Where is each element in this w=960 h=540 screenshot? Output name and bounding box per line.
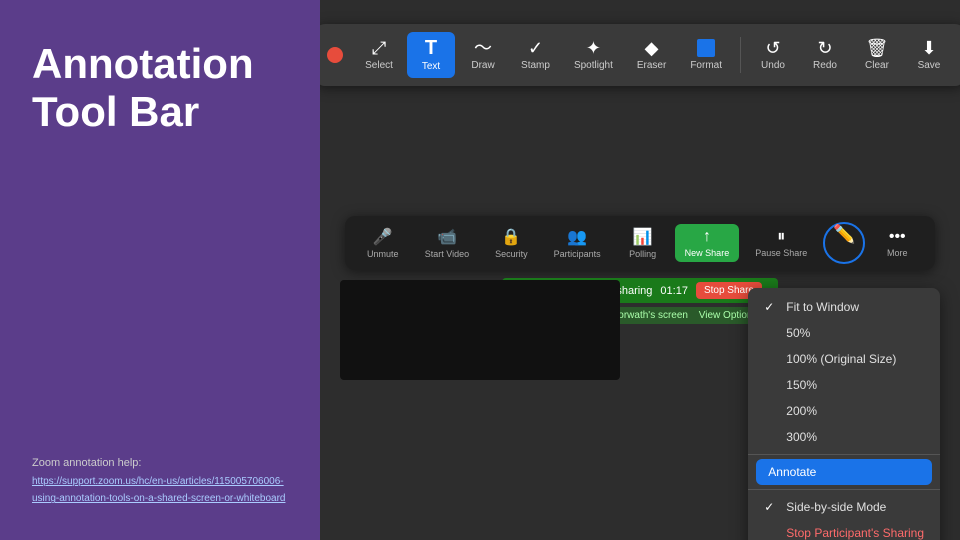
pause-share-label: Pause Share	[755, 248, 807, 258]
polling-icon: 📊	[633, 227, 653, 247]
annotate-button[interactable]: ✏️	[823, 222, 865, 264]
zoom-meeting-bar: 🎤 Unmute 📹 Start Video 🔒 Security 👥 Part…	[345, 216, 936, 270]
stop-participant-label: Stop Participant's Sharing	[786, 526, 924, 540]
participants-label: Participants	[554, 249, 601, 259]
annotation-toolbar: ⤢ Select T Text 〜 Draw ✓ Stamp ✦ Spotlig…	[320, 24, 960, 86]
format-label: Format	[690, 60, 722, 71]
dropdown-divider-2	[748, 489, 940, 490]
redo-icon: ↻	[817, 39, 832, 57]
more-icon: •••	[889, 228, 906, 246]
close-button[interactable]	[327, 47, 343, 63]
side-by-side-item[interactable]: ✓ Side-by-side Mode	[748, 494, 940, 520]
fit-window-item[interactable]: ✓ Fit to Window	[748, 294, 940, 320]
eraser-label: Eraser	[637, 60, 666, 71]
unmute-button[interactable]: 🎤 Unmute	[357, 223, 409, 263]
help-section: Zoom annotation help: https://support.zo…	[32, 455, 288, 508]
toolbar-redo[interactable]: ↻ Redo	[801, 33, 849, 77]
fit-window-check: ✓	[764, 300, 778, 314]
security-label: Security	[495, 249, 528, 259]
share-icon: ↑	[703, 228, 711, 246]
toolbar-undo[interactable]: ↺ Undo	[749, 33, 797, 77]
100pct-label: 100% (Original Size)	[786, 352, 896, 366]
eraser-icon: ◆	[645, 39, 659, 57]
select-label: Select	[365, 60, 393, 71]
toolbar-eraser[interactable]: ◆ Eraser	[627, 33, 676, 77]
200pct-label: 200%	[786, 404, 817, 418]
spotlight-icon: ✦	[586, 39, 601, 57]
300pct-label: 300%	[786, 430, 817, 444]
toolbar-select[interactable]: ⤢ Select	[355, 33, 403, 77]
timer: 01:17	[660, 285, 688, 297]
toolbar-draw[interactable]: 〜 Draw	[459, 33, 507, 77]
annotate-dropdown-label: Annotate	[768, 465, 816, 479]
help-link[interactable]: https://support.zoom.us/hc/en-us/article…	[32, 476, 285, 505]
side-by-side-check: ✓	[764, 500, 778, 514]
100pct-item[interactable]: 100% (Original Size)	[748, 346, 940, 372]
50pct-item[interactable]: 50%	[748, 320, 940, 346]
video-icon: 📹	[437, 227, 457, 247]
more-label: More	[887, 248, 908, 258]
toolbar-text[interactable]: T Text	[407, 32, 455, 78]
screen-content	[340, 280, 620, 380]
pause-share-button[interactable]: ⏸ Pause Share	[745, 224, 817, 262]
page-title: Annotation Tool Bar	[32, 40, 288, 137]
side-by-side-label: Side-by-side Mode	[786, 500, 886, 514]
stamp-label: Stamp	[521, 60, 550, 71]
fit-window-label: Fit to Window	[786, 300, 859, 314]
new-share-button[interactable]: ↑ New Share	[675, 224, 740, 262]
draw-label: Draw	[471, 60, 494, 71]
view-options-dropdown: ✓ Fit to Window 50% 100% (Original Size)…	[748, 288, 940, 540]
toolbar-clear[interactable]: 🗑 Clear	[853, 33, 901, 77]
security-icon: 🔒	[501, 227, 521, 247]
stamp-icon: ✓	[528, 39, 543, 57]
toolbar-spotlight[interactable]: ✦ Spotlight	[564, 33, 623, 77]
toolbar-divider	[740, 37, 741, 73]
start-video-label: Start Video	[425, 249, 469, 259]
save-label: Save	[918, 60, 941, 71]
participants-button[interactable]: 👥 Participants	[544, 223, 611, 263]
start-video-button[interactable]: 📹 Start Video	[415, 223, 479, 263]
left-panel: Annotation Tool Bar Zoom annotation help…	[0, 0, 320, 540]
text-label: Text	[422, 61, 440, 72]
toolbar-stamp[interactable]: ✓ Stamp	[511, 33, 560, 77]
polling-button[interactable]: 📊 Polling	[617, 223, 669, 263]
annotate-dropdown-item[interactable]: Annotate	[756, 459, 932, 485]
more-button[interactable]: ••• More	[871, 224, 923, 262]
stop-participant-sharing-item[interactable]: Stop Participant's Sharing	[748, 520, 940, 540]
unmute-icon: 🎤	[373, 227, 393, 247]
spotlight-label: Spotlight	[574, 60, 613, 71]
text-icon: T	[425, 38, 437, 58]
annotate-icon: ✏️	[833, 224, 855, 245]
right-panel: ⤢ Select T Text 〜 Draw ✓ Stamp ✦ Spotlig…	[320, 0, 960, 540]
redo-label: Redo	[813, 60, 837, 71]
50pct-label: 50%	[786, 326, 810, 340]
undo-label: Undo	[761, 60, 785, 71]
unmute-label: Unmute	[367, 249, 399, 259]
150pct-item[interactable]: 150%	[748, 372, 940, 398]
participants-icon: 👥	[567, 227, 587, 247]
300pct-item[interactable]: 300%	[748, 424, 940, 450]
clear-label: Clear	[865, 60, 889, 71]
dropdown-divider	[748, 454, 940, 455]
help-text: Zoom annotation help:	[32, 457, 141, 469]
pause-icon: ⏸	[777, 228, 785, 246]
polling-label: Polling	[629, 249, 656, 259]
save-icon: ⬇	[921, 39, 936, 57]
new-share-label: New Share	[685, 248, 730, 258]
toolbar-format[interactable]: Format	[680, 33, 732, 77]
select-icon: ⤢	[372, 39, 386, 57]
200pct-item[interactable]: 200%	[748, 398, 940, 424]
security-button[interactable]: 🔒 Security	[485, 223, 538, 263]
toolbar-save[interactable]: ⬇ Save	[905, 33, 953, 77]
150pct-label: 150%	[786, 378, 817, 392]
format-icon	[697, 39, 715, 57]
draw-icon: 〜	[474, 39, 492, 57]
undo-icon: ↺	[765, 39, 780, 57]
clear-icon: 🗑	[866, 39, 889, 57]
